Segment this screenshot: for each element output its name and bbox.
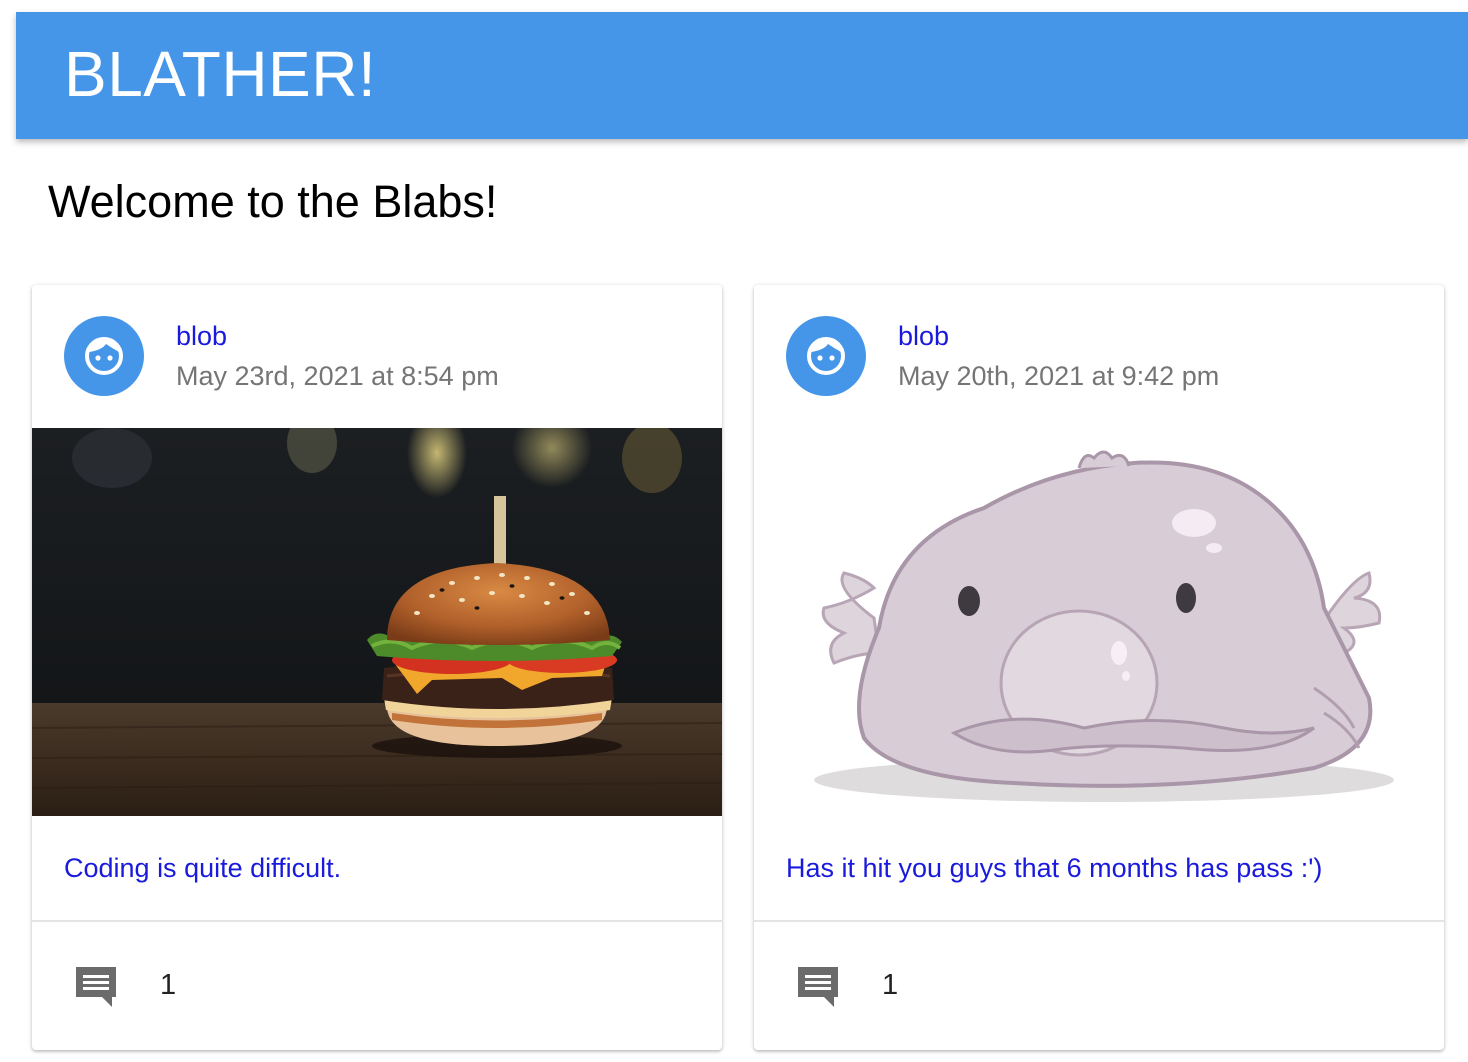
page-heading: Welcome to the Blabs! <box>48 176 498 227</box>
post-header: blob May 20th, 2021 at 9:42 pm <box>754 285 1444 428</box>
comment-icon[interactable] <box>794 963 842 1011</box>
post-date: May 20th, 2021 at 9:42 pm <box>898 361 1220 391</box>
post-text-link[interactable]: Has it hit you guys that 6 months has pa… <box>786 853 1322 884</box>
post-author-link[interactable]: blob <box>898 321 949 352</box>
app-bar: BLATHER! <box>16 12 1468 139</box>
divider <box>754 920 1444 922</box>
blobfish-illustration[interactable] <box>754 428 1444 816</box>
burger-photo[interactable] <box>32 428 722 816</box>
post-card: blob May 20th, 2021 at 9:42 pm Has it hi… <box>754 285 1444 1050</box>
face-icon <box>807 337 845 375</box>
post-text-link[interactable]: Coding is quite difficult. <box>64 853 341 884</box>
comment-count: 1 <box>882 969 899 1001</box>
app-title[interactable]: BLATHER! <box>64 37 376 111</box>
comment-icon[interactable] <box>72 963 120 1011</box>
avatar[interactable] <box>64 316 144 396</box>
post-date: May 23rd, 2021 at 8:54 pm <box>176 361 499 391</box>
post-card: blob May 23rd, 2021 at 8:54 pm Coding is… <box>32 285 722 1050</box>
avatar[interactable] <box>786 316 866 396</box>
face-icon <box>85 337 123 375</box>
divider <box>32 920 722 922</box>
post-author-link[interactable]: blob <box>176 321 227 352</box>
post-header: blob May 23rd, 2021 at 8:54 pm <box>32 285 722 428</box>
comment-count: 1 <box>160 969 177 1001</box>
